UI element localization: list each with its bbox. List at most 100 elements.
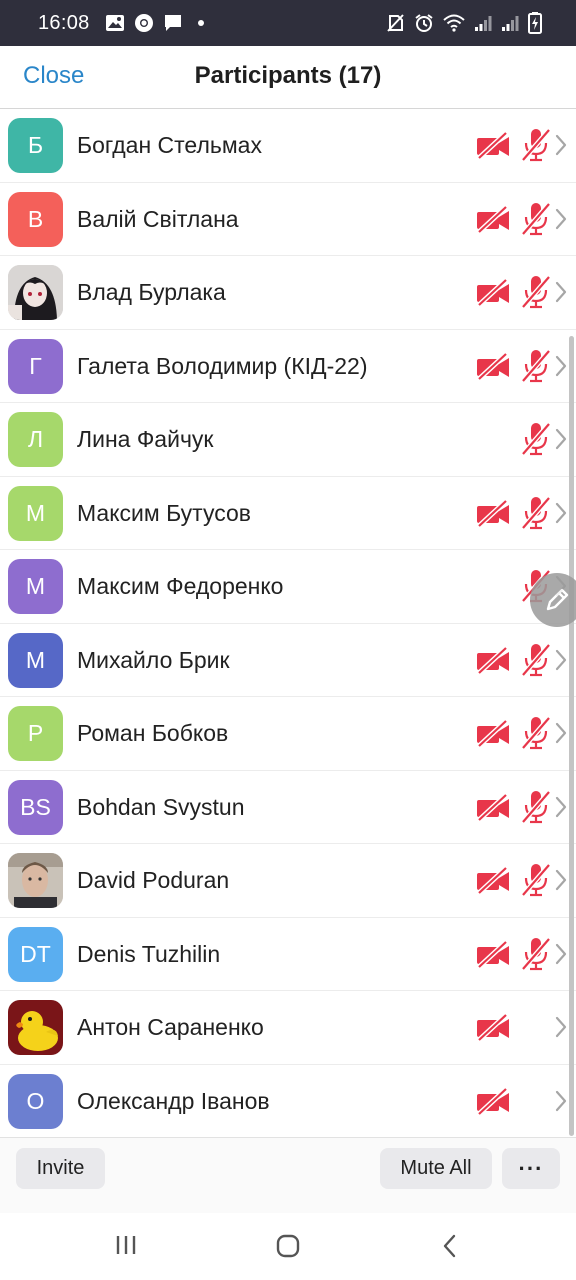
- video-off-icon: [475, 278, 511, 307]
- participant-row[interactable]: Л Лина Файчук: [0, 403, 576, 477]
- participant-row[interactable]: DT Denis Tuzhilin: [0, 918, 576, 991]
- chevron-right-icon[interactable]: [554, 1015, 568, 1039]
- mic-muted-icon: [520, 274, 552, 310]
- participant-row[interactable]: Антон Сараненко: [0, 991, 576, 1065]
- status-bar-left: 16:08: [38, 12, 204, 35]
- mic-muted-icon: [520, 127, 552, 163]
- video-off-icon: [475, 498, 511, 528]
- mic-muted-icon: [520, 201, 552, 237]
- avatar: Б: [8, 118, 63, 173]
- mic-muted-icon: [520, 862, 552, 898]
- mic-muted-icon: [520, 789, 552, 825]
- chevron-right-icon[interactable]: [554, 721, 568, 745]
- avatar: М: [8, 632, 63, 688]
- signal-icon: [501, 14, 519, 32]
- avatar: Р: [8, 706, 63, 761]
- no-sim-icon: [385, 13, 405, 33]
- video-off-icon: [475, 204, 511, 234]
- avatar: М: [8, 485, 63, 541]
- participant-name: Галета Володимир (КІД-22): [77, 352, 368, 379]
- participant-name: Антон Сараненко: [77, 1014, 264, 1040]
- participant-name: Denis Tuzhilin: [77, 940, 221, 967]
- participant-row[interactable]: BS Bohdan Svystun: [0, 771, 576, 844]
- mute-all-button[interactable]: Mute All: [380, 1148, 492, 1189]
- action-bar: Invite Mute All ···: [0, 1137, 576, 1214]
- status-bar: 16:08: [0, 0, 576, 46]
- avatar: BS: [8, 779, 63, 835]
- page-title: Participants (17): [194, 62, 382, 89]
- avatar: М: [8, 559, 63, 614]
- chevron-right-icon[interactable]: [554, 501, 568, 525]
- status-bar-right: [385, 12, 542, 34]
- video-off-icon: [475, 792, 511, 822]
- chevron-right-icon[interactable]: [554, 207, 568, 231]
- more-options-button[interactable]: ···: [502, 1148, 560, 1189]
- avatar: В: [8, 191, 63, 247]
- video-off-icon: [475, 1086, 511, 1116]
- chevron-right-icon[interactable]: [554, 942, 568, 966]
- participant-row[interactable]: Б Богдан Стельмах: [0, 109, 576, 183]
- signal-icon: [474, 14, 492, 32]
- battery-charging-icon: [528, 12, 542, 34]
- chevron-right-icon[interactable]: [554, 795, 568, 819]
- participant-row[interactable]: М Максим Федоренко: [0, 550, 576, 624]
- avatar: Л: [8, 412, 63, 467]
- participant-list[interactable]: Б Богдан Стельмах В Валій Світлана Влад …: [0, 109, 576, 1137]
- chrome-icon: [134, 13, 154, 33]
- chevron-right-icon[interactable]: [554, 427, 568, 451]
- chevron-right-icon[interactable]: [554, 648, 568, 672]
- participant-row[interactable]: Р Роман Бобков: [0, 697, 576, 771]
- avatar: Г: [8, 338, 63, 394]
- wifi-icon: [443, 14, 465, 32]
- chevron-right-icon[interactable]: [554, 280, 568, 304]
- video-off-icon: [475, 719, 511, 748]
- chevron-right-icon[interactable]: [554, 133, 568, 157]
- chevron-right-icon[interactable]: [554, 868, 568, 892]
- participant-name: Влад Бурлака: [77, 279, 226, 305]
- recent-apps-icon[interactable]: [114, 1233, 138, 1257]
- status-time: 16:08: [38, 11, 90, 34]
- participant-name: Роман Бобков: [77, 720, 229, 746]
- chevron-right-icon[interactable]: [554, 1089, 568, 1113]
- video-off-icon: [475, 866, 511, 895]
- home-icon[interactable]: [275, 1233, 301, 1259]
- participant-row[interactable]: David Poduran: [0, 844, 576, 918]
- participant-name: David Poduran: [77, 867, 230, 893]
- participant-name: Максим Федоренко: [77, 573, 284, 599]
- image-icon: [105, 14, 125, 32]
- annotate-button[interactable]: [530, 573, 576, 627]
- avatar: DT: [8, 926, 63, 982]
- participant-row[interactable]: М Максим Бутусов: [0, 477, 576, 550]
- video-off-icon: [475, 1013, 511, 1042]
- video-off-icon: [475, 939, 511, 969]
- video-off-icon: [475, 645, 511, 675]
- back-icon[interactable]: [440, 1233, 460, 1259]
- mic-muted-icon: [520, 715, 552, 751]
- participant-row[interactable]: М Михайло Брик: [0, 624, 576, 697]
- alarm-icon: [414, 13, 434, 33]
- avatar: [8, 265, 63, 320]
- mic-muted-icon: [520, 348, 552, 384]
- mic-muted-icon: [520, 642, 552, 678]
- participant-row[interactable]: О Олександр Іванов: [0, 1065, 576, 1138]
- system-nav-bar: [0, 1213, 576, 1280]
- scrollbar[interactable]: [569, 336, 574, 1136]
- avatar: [8, 853, 63, 908]
- participant-name: Богдан Стельмах: [77, 132, 262, 158]
- participant-name: Михайло Брик: [77, 646, 230, 673]
- video-off-icon: [475, 351, 511, 381]
- avatar: О: [8, 1073, 63, 1129]
- participant-row[interactable]: Г Галета Володимир (КІД-22): [0, 330, 576, 403]
- invite-button[interactable]: Invite: [16, 1148, 105, 1189]
- participant-row[interactable]: В Валій Світлана: [0, 183, 576, 256]
- chevron-right-icon[interactable]: [554, 354, 568, 378]
- participant-name: Максим Бутусов: [77, 499, 251, 526]
- video-off-icon: [475, 131, 511, 160]
- participant-row[interactable]: Влад Бурлака: [0, 256, 576, 330]
- participant-name: Bohdan Svystun: [77, 793, 245, 820]
- mic-muted-icon: [520, 495, 552, 531]
- participant-name: Лина Файчук: [77, 426, 214, 452]
- mic-muted-icon: [520, 421, 552, 457]
- participant-name: Олександр Іванов: [77, 1087, 270, 1114]
- participants-header: Close Participants (17): [0, 46, 576, 109]
